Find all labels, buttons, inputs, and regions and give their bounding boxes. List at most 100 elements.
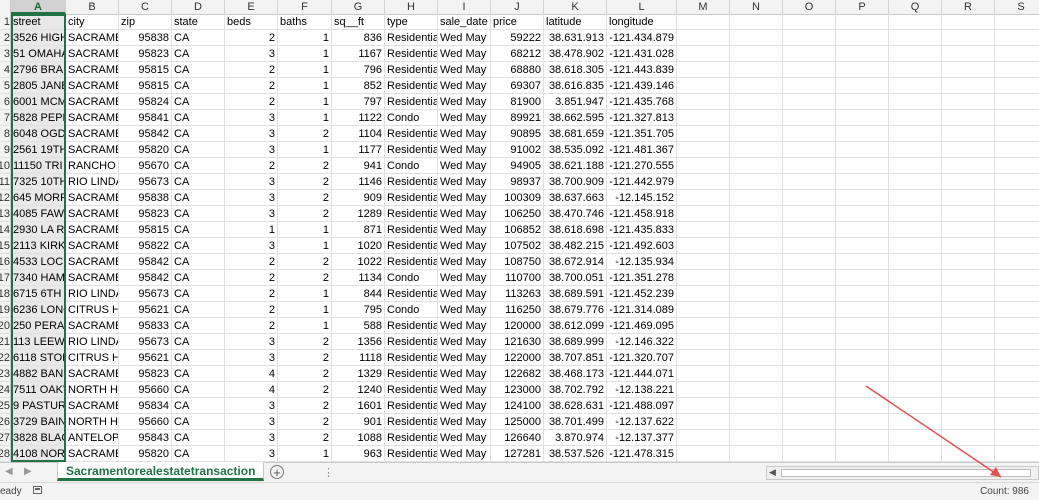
data-cell[interactable] <box>995 238 1039 254</box>
data-cell[interactable]: 1601 <box>332 398 385 414</box>
data-cell[interactable]: 1 <box>278 318 332 334</box>
data-cell[interactable]: 95660 <box>119 414 172 430</box>
header-cell[interactable]: type <box>385 14 438 30</box>
data-cell[interactable] <box>783 30 836 46</box>
data-cell[interactable]: 38.621.188 <box>544 158 607 174</box>
row-header[interactable]: 25 <box>0 398 11 414</box>
data-cell[interactable]: 123000 <box>491 382 544 398</box>
data-cell[interactable] <box>995 414 1039 430</box>
data-cell[interactable] <box>889 158 942 174</box>
horizontal-scroll-thumb[interactable] <box>781 469 1031 477</box>
data-cell[interactable]: 3 <box>225 190 278 206</box>
row-header[interactable]: 22 <box>0 350 11 366</box>
data-cell[interactable] <box>889 238 942 254</box>
data-cell[interactable]: 2796 BRAN <box>11 62 66 78</box>
scroll-left-arrow-icon[interactable]: ◀ <box>769 467 776 478</box>
data-cell[interactable] <box>677 334 730 350</box>
data-cell[interactable]: Wed May <box>438 350 491 366</box>
column-header-f[interactable]: F <box>278 0 332 14</box>
data-cell[interactable] <box>677 382 730 398</box>
data-cell[interactable] <box>836 94 889 110</box>
data-cell[interactable]: 38.662.595 <box>544 110 607 126</box>
data-cell[interactable]: 2113 KIRK <box>11 238 66 254</box>
data-cell[interactable]: Residentia <box>385 142 438 158</box>
data-cell[interactable]: 68212 <box>491 46 544 62</box>
data-cell[interactable] <box>836 302 889 318</box>
data-cell[interactable] <box>942 398 995 414</box>
data-cell[interactable]: 95815 <box>119 222 172 238</box>
data-cell[interactable]: 11150 TRI <box>11 158 66 174</box>
data-cell[interactable]: -12.146.322 <box>607 334 677 350</box>
data-cell[interactable]: 3729 BAIN <box>11 414 66 430</box>
data-cell[interactable]: Wed May <box>438 126 491 142</box>
data-cell[interactable]: CA <box>172 190 225 206</box>
data-cell[interactable]: 2 <box>278 190 332 206</box>
data-cell[interactable]: 7511 OAKV <box>11 382 66 398</box>
data-cell[interactable]: 250 PERAL <box>11 318 66 334</box>
column-header-g[interactable]: G <box>332 0 385 14</box>
data-cell[interactable]: CA <box>172 30 225 46</box>
data-cell[interactable]: CITRUS HE <box>66 302 119 318</box>
data-cell[interactable] <box>889 174 942 190</box>
row-header[interactable]: 28 <box>0 446 11 462</box>
data-cell[interactable]: 95673 <box>119 174 172 190</box>
header-cell[interactable]: sq__ft <box>332 14 385 30</box>
data-cell[interactable]: -121.469.095 <box>607 318 677 334</box>
data-cell[interactable]: SACRAMEN <box>66 398 119 414</box>
data-cell[interactable]: 1177 <box>332 142 385 158</box>
data-cell[interactable]: CA <box>172 78 225 94</box>
data-cell[interactable] <box>677 302 730 318</box>
data-cell[interactable] <box>995 78 1039 94</box>
header-cell[interactable]: baths <box>278 14 332 30</box>
column-header-k[interactable]: K <box>544 0 607 14</box>
data-cell[interactable]: Wed May <box>438 254 491 270</box>
data-cell[interactable] <box>730 206 783 222</box>
data-cell[interactable] <box>783 286 836 302</box>
data-cell[interactable] <box>730 158 783 174</box>
data-cell[interactable] <box>730 174 783 190</box>
data-cell[interactable]: 2561 19TH <box>11 142 66 158</box>
data-cell[interactable] <box>836 46 889 62</box>
data-cell[interactable]: Residentia <box>385 398 438 414</box>
data-cell[interactable]: 3 <box>225 110 278 126</box>
data-cell[interactable] <box>677 206 730 222</box>
data-cell[interactable]: 38.700.051 <box>544 270 607 286</box>
data-cell[interactable]: -121.351.705 <box>607 126 677 142</box>
data-cell[interactable] <box>995 46 1039 62</box>
data-cell[interactable]: RIO LINDA <box>66 286 119 302</box>
data-cell[interactable]: NORTH HI <box>66 382 119 398</box>
data-cell[interactable]: 89921 <box>491 110 544 126</box>
data-cell[interactable]: 4108 NOR <box>11 446 66 462</box>
data-cell[interactable]: 95824 <box>119 94 172 110</box>
data-cell[interactable] <box>942 174 995 190</box>
data-cell[interactable] <box>995 366 1039 382</box>
data-cell[interactable]: 844 <box>332 286 385 302</box>
data-cell[interactable] <box>942 414 995 430</box>
data-cell[interactable]: 113 LEEW <box>11 334 66 350</box>
data-cell[interactable] <box>730 350 783 366</box>
data-cell[interactable] <box>677 190 730 206</box>
data-cell[interactable]: 2 <box>225 30 278 46</box>
data-cell[interactable]: -12.137.377 <box>607 430 677 446</box>
data-cell[interactable] <box>889 318 942 334</box>
row-header[interactable]: 15 <box>0 238 11 254</box>
data-cell[interactable]: 836 <box>332 30 385 46</box>
data-cell[interactable] <box>836 30 889 46</box>
data-cell[interactable]: 38.482.215 <box>544 238 607 254</box>
data-cell[interactable]: 1 <box>278 30 332 46</box>
row-header[interactable]: 11 <box>0 174 11 190</box>
data-cell[interactable]: CA <box>172 46 225 62</box>
data-cell[interactable] <box>995 334 1039 350</box>
data-cell[interactable]: 3.870.974 <box>544 430 607 446</box>
data-cell[interactable]: -121.481.367 <box>607 142 677 158</box>
data-cell[interactable]: 38.672.914 <box>544 254 607 270</box>
header-cell[interactable] <box>889 14 942 30</box>
data-cell[interactable]: 100309 <box>491 190 544 206</box>
data-cell[interactable] <box>942 318 995 334</box>
data-cell[interactable]: 795 <box>332 302 385 318</box>
data-cell[interactable] <box>836 286 889 302</box>
data-cell[interactable]: 113263 <box>491 286 544 302</box>
data-cell[interactable]: -12.135.934 <box>607 254 677 270</box>
data-cell[interactable]: 4882 BANI <box>11 366 66 382</box>
data-cell[interactable]: 1146 <box>332 174 385 190</box>
